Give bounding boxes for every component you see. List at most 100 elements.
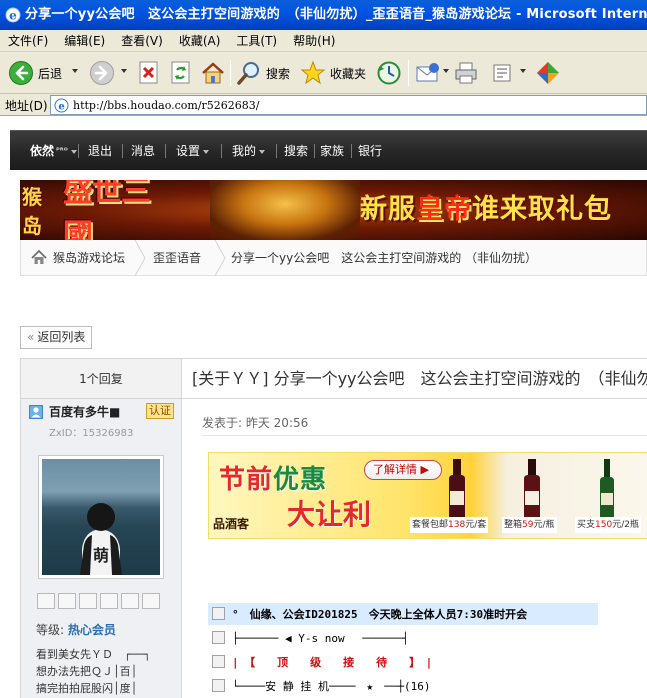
verified-badge: 认证 — [146, 403, 174, 419]
history-icon — [377, 61, 401, 85]
content-line: ° 仙缘、公会ID201825 今天晚上全体人员7:30准时开会 — [208, 603, 598, 625]
breadcrumb-board[interactable]: 歪歪语音 — [153, 240, 201, 276]
home-icon — [202, 62, 224, 84]
menu-edit[interactable]: 编辑(E) — [56, 30, 113, 52]
favorites-button[interactable]: 收藏夹 — [300, 58, 366, 88]
author-sidebar: 百度有多牛■ 认证 ZxID：15326983 萌 等级: 热心会员 看到美女先… — [21, 399, 182, 698]
game-banner-ad[interactable]: 猴岛 盛世三國 新服皇帝谁来取礼包 — [20, 180, 647, 240]
forward-dropdown-icon[interactable] — [121, 69, 127, 73]
banner-logo: 猴岛 盛世三國 — [20, 180, 170, 240]
author-avatar[interactable]: 萌 — [38, 455, 164, 579]
ad-price-tag: 整箱59元/瓶 — [502, 517, 557, 533]
banner-slogan-d: 礼包 — [556, 194, 612, 225]
forward-button[interactable] — [89, 58, 115, 88]
mail-button[interactable] — [414, 58, 442, 88]
address-label: 地址(D) — [5, 99, 48, 113]
avatar-photo: 萌 — [42, 459, 160, 575]
album-icon[interactable] — [100, 593, 118, 609]
author-action-icons — [37, 590, 171, 612]
ad-price-pre: 套餐包邮 — [412, 520, 449, 530]
ad-brand: 品酒客 — [213, 517, 250, 531]
ie-logo-icon: e — [5, 7, 21, 23]
back-to-list-button[interactable]: «返回列表 — [20, 326, 93, 349]
ad-learn-more-button[interactable]: 了解详情 ▶ — [364, 460, 442, 480]
address-bar: 地址(D) e http://bbs.houdao.com/r5262683/ — [0, 94, 647, 116]
nav-mine[interactable]: 我的 — [232, 131, 266, 171]
page-viewport: 依然 ᴾᴿᴼ 退出 消息 设置 我的 搜索 家族 银行 猴岛 盛世三國 新服皇帝谁… — [0, 117, 647, 698]
wine-bottle-image — [524, 459, 540, 517]
menu-tools[interactable]: 工具(T) — [228, 30, 285, 52]
nav-family[interactable]: 家族 — [320, 131, 344, 171]
wine-ad-banner[interactable]: 节前优惠 大让利 品酒客 了解详情 ▶ 套餐包邮138元/套 整箱59元/瓶 买… — [208, 452, 647, 539]
post-body: 发表于: 昨天 20:56 节前优惠 大让利 品酒客 了解详情 ▶ 套餐包邮13… — [182, 399, 647, 698]
home-bullet-icon — [212, 607, 225, 620]
svg-text:e: e — [9, 9, 17, 23]
search-label: 搜索 — [266, 66, 291, 81]
menu-help[interactable]: 帮助(H) — [285, 30, 343, 52]
nav-divider — [78, 144, 79, 158]
breadcrumb-forum[interactable]: 猴岛游戏论坛 — [53, 240, 125, 276]
refresh-button[interactable] — [170, 58, 192, 88]
nav-search[interactable]: 搜索 — [284, 131, 308, 171]
author-name[interactable]: 百度有多牛■ — [49, 403, 120, 420]
menu-favorites[interactable]: 收藏(A) — [171, 30, 229, 52]
ad-price-unit: 元/套 — [465, 520, 487, 530]
nav-messages[interactable]: 消息 — [131, 131, 155, 171]
print-button[interactable] — [453, 58, 479, 88]
home-icon[interactable] — [31, 250, 47, 265]
home-button[interactable] — [200, 58, 226, 88]
banner-slogan: 新服皇帝谁来取礼包 — [360, 192, 612, 228]
mail-icon — [416, 63, 439, 82]
ad-headline-1a: 节前 — [219, 465, 274, 495]
back-button[interactable]: 后退 — [8, 58, 62, 88]
ad-price-unit: 元/2瓶 — [612, 520, 639, 530]
author-level-value[interactable]: 热心会员 — [68, 623, 116, 637]
back-arrow-glyph: « — [27, 330, 35, 344]
ad-price-tag: 套餐包邮138元/套 — [410, 517, 489, 533]
banner-game-title: 盛世三國 — [62, 180, 151, 240]
breadcrumb-thread[interactable]: 分享一个yy公会吧 这公会主打空间游戏的 （非仙勿扰） — [231, 240, 537, 276]
menu-file[interactable]: 文件(F) — [0, 30, 56, 52]
ad-price-tag: 买支150元/2瓶 — [575, 517, 641, 533]
content-line-text: ├────── ◀ Y-s now ──────┤ — [232, 632, 409, 645]
nav-username[interactable]: 依然 ᴾᴿᴼ — [30, 131, 77, 171]
reply-count: 1个回复 — [21, 359, 182, 399]
address-input[interactable]: e http://bbs.houdao.com/r5262683/ — [50, 95, 647, 115]
edit-dropdown-icon[interactable] — [520, 69, 526, 73]
breadcrumb-chevron-icon — [214, 240, 226, 276]
ad-price-unit: 元/瓶 — [533, 520, 555, 530]
breadcrumb: 猴岛游戏论坛 歪歪语音 分享一个yy公会吧 这公会主打空间游戏的 （非仙勿扰） — [20, 240, 647, 276]
svg-text:e: e — [58, 101, 64, 112]
nav-divider — [221, 144, 222, 158]
message-icon[interactable] — [37, 593, 55, 609]
stop-button[interactable] — [138, 58, 160, 88]
nav-username-badge: ᴾᴿᴼ — [56, 146, 68, 155]
search-icon — [237, 62, 259, 85]
gift-icon[interactable] — [121, 593, 139, 609]
window-title-bar[interactable]: e 分享一个yy公会吧 这公会主打空间游戏的 （非仙勿扰）_歪歪语音_猴岛游戏论… — [0, 0, 647, 30]
add-friend-icon[interactable] — [58, 593, 76, 609]
star-icon — [300, 60, 326, 85]
nav-logout[interactable]: 退出 — [88, 131, 112, 171]
messenger-button[interactable] — [535, 58, 561, 88]
qq-icon[interactable] — [142, 593, 160, 609]
profile-icon[interactable] — [79, 593, 97, 609]
edit-page-icon — [493, 64, 511, 82]
chevron-down-icon — [203, 149, 210, 154]
back-dropdown-icon[interactable] — [72, 69, 78, 73]
menu-view[interactable]: 查看(V) — [113, 30, 171, 52]
breadcrumb-chevron-icon — [134, 240, 146, 276]
banner-slogan-c: 谁来取 — [472, 194, 556, 225]
toolbar-separator — [408, 60, 409, 86]
forward-arrow-icon — [90, 61, 114, 85]
author-level-label: 等级: — [36, 623, 65, 637]
ad-price-pre: 整箱 — [504, 520, 523, 530]
nav-bank[interactable]: 银行 — [358, 131, 382, 171]
content-line-text: ° 仙缘、公会ID201825 今天晚上全体人员7:30准时开会 — [232, 608, 528, 621]
search-button[interactable]: 搜索 — [236, 58, 290, 88]
nav-settings[interactable]: 设置 — [176, 131, 210, 171]
history-button[interactable] — [376, 58, 402, 88]
wine-bottle-image — [600, 459, 614, 517]
edit-button[interactable] — [491, 58, 515, 88]
mail-dropdown-icon[interactable] — [443, 69, 449, 73]
